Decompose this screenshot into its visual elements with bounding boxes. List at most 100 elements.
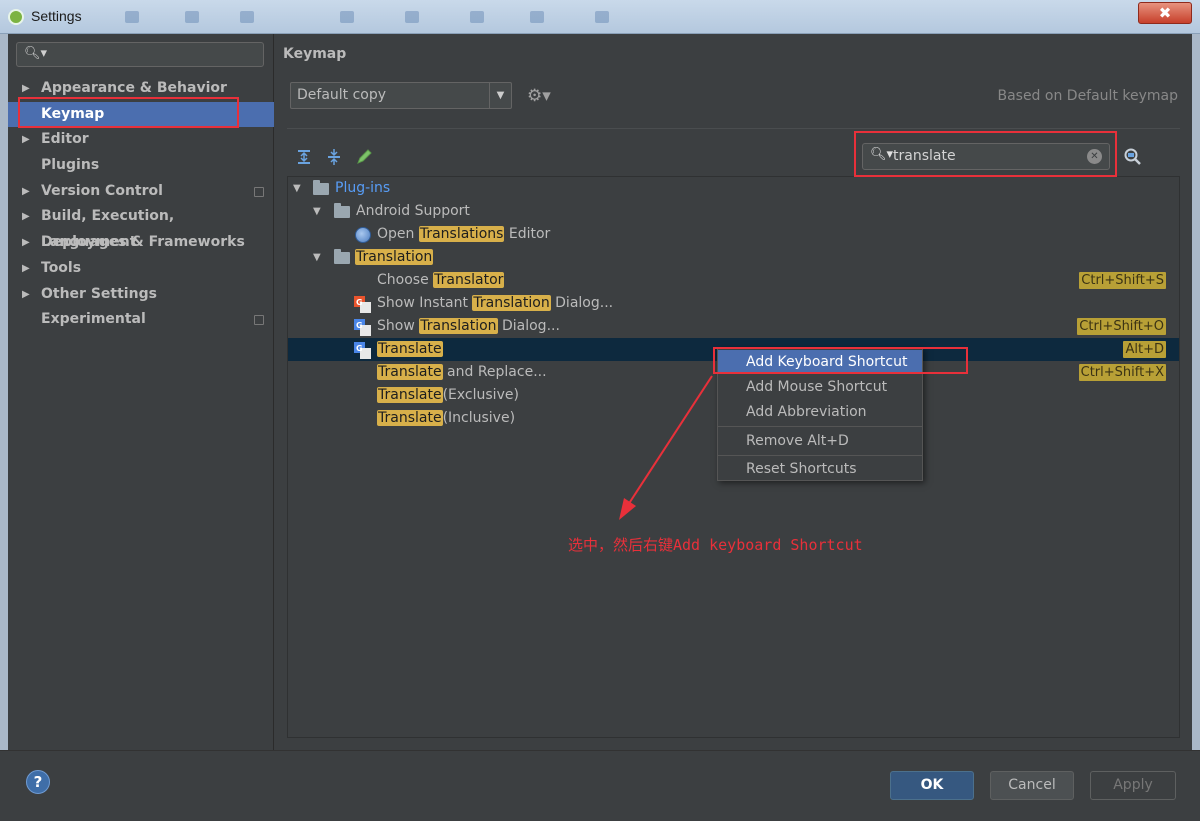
sidebar-item-label: Other Settings <box>41 285 157 302</box>
google-translate-icon: G <box>354 319 371 336</box>
menu-item-reset-shortcuts[interactable]: Reset Shortcuts <box>718 457 922 481</box>
annotation-text: 选中，然后右键Add keyboard Shortcut <box>568 536 863 554</box>
annotation-box-menu-item <box>713 347 968 374</box>
chevron-right-icon: ▶ <box>22 185 30 197</box>
sidebar-item-label: Tools <box>41 259 82 276</box>
search-highlight: Translator <box>433 272 505 288</box>
label-part: Choose <box>377 272 434 288</box>
sidebar-item-label: Editor <box>41 131 89 148</box>
chevron-right-icon: ▶ <box>22 237 30 249</box>
chevron-down-icon[interactable]: ▼ <box>313 200 321 223</box>
divider <box>287 128 1180 129</box>
toolbar-ghost-icon <box>530 11 544 23</box>
tree-label: Translate(Exclusive) <box>377 384 519 407</box>
label-part: and Replace... <box>442 364 547 380</box>
project-scope-icon <box>254 186 264 197</box>
window-border-right <box>1192 34 1200 821</box>
menu-divider <box>718 455 922 456</box>
chevron-right-icon: ▶ <box>22 288 30 300</box>
toolbar-ghost-icon <box>340 11 354 23</box>
sidebar-item-label: Languages & Frameworks <box>41 234 245 251</box>
label-part: Show Instant <box>377 295 473 311</box>
tree-row-android-support[interactable]: ▼ Android Support <box>288 200 1179 223</box>
chevron-down-icon[interactable]: ▼ <box>293 177 301 200</box>
tree-label: Translate <box>377 338 443 361</box>
globe-icon <box>355 227 371 243</box>
tree-label: Translation <box>355 246 434 269</box>
sidebar-item-build[interactable]: ▶ Build, Execution, Deployment <box>8 204 274 250</box>
menu-divider <box>718 426 922 427</box>
expand-all-icon[interactable] <box>295 148 313 166</box>
search-highlight: Translation <box>355 249 434 265</box>
tree-label: Translate and Replace... <box>377 361 547 384</box>
svg-text:G: G <box>356 321 363 330</box>
settings-search-input[interactable]: 🔍︎▾ <box>16 42 264 67</box>
svg-text:G: G <box>356 344 363 353</box>
folder-icon <box>334 249 350 264</box>
shortcut-badge: Ctrl+Shift+O <box>1077 318 1166 335</box>
tree-row-plugins[interactable]: ▼ Plug-ins <box>288 177 1179 200</box>
gear-icon[interactable]: ⚙▾ <box>527 86 551 106</box>
sidebar-item-tools[interactable]: ▶ Tools <box>8 256 274 282</box>
dialog-footer: ? OK Cancel Apply <box>0 750 1200 821</box>
search-highlight: Translate <box>377 364 443 380</box>
sidebar-item-plugins[interactable]: Plugins <box>8 153 274 179</box>
svg-text:G: G <box>356 298 363 307</box>
tree-label: Show Instant Translation Dialog... <box>377 292 613 315</box>
apply-button[interactable]: Apply <box>1090 771 1176 800</box>
label-part: Open <box>377 226 419 242</box>
tree-row-translation-folder[interactable]: ▼ Translation <box>288 246 1179 269</box>
toolbar-ghost-icon <box>240 11 254 23</box>
google-translate-icon: G <box>354 342 371 359</box>
annotation-box-keymap <box>18 97 239 128</box>
android-studio-icon <box>8 9 24 25</box>
settings-sidebar: 🔍︎▾ ▶ Appearance & Behavior Keymap ▶ Edi… <box>8 34 274 750</box>
tree-row-choose-translator[interactable]: Choose Translator Ctrl+Shift+S <box>288 269 1179 292</box>
window-border-left <box>0 34 8 821</box>
shortcut-badge: Ctrl+Shift+S <box>1079 272 1166 289</box>
chevron-right-icon: ▶ <box>22 262 30 274</box>
chevron-down-icon[interactable]: ▼ <box>489 83 511 108</box>
sidebar-item-editor[interactable]: ▶ Editor <box>8 127 274 153</box>
toolbar-ghost-icon <box>125 11 139 23</box>
menu-item-remove-shortcut[interactable]: Remove Alt+D <box>718 429 922 453</box>
keymap-select[interactable]: Default copy ▼ <box>290 82 512 109</box>
find-by-shortcut-icon[interactable] <box>1122 147 1142 167</box>
sidebar-item-experimental[interactable]: Experimental <box>8 307 274 333</box>
based-on-text: Based on Default keymap <box>997 88 1178 104</box>
menu-item-add-abbreviation[interactable]: Add Abbreviation <box>718 400 922 424</box>
tree-row-show-translation[interactable]: G Show Translation Dialog... Ctrl+Shift+… <box>288 315 1179 338</box>
label-part: Dialog... <box>497 318 560 334</box>
chevron-right-icon: ▶ <box>22 134 30 146</box>
toolbar-ghost-icon <box>595 11 609 23</box>
page-title: Keymap <box>283 46 347 62</box>
keymap-select-value: Default copy <box>297 87 387 103</box>
edit-pencil-icon[interactable] <box>355 148 373 166</box>
sidebar-item-label: Experimental <box>41 311 146 328</box>
help-icon[interactable]: ? <box>26 770 50 794</box>
sidebar-item-languages[interactable]: ▶ Languages & Frameworks <box>8 230 274 256</box>
search-highlight: Translate <box>377 387 443 403</box>
menu-item-add-mouse-shortcut[interactable]: Add Mouse Shortcut <box>718 375 922 399</box>
search-highlight: Translation <box>419 318 498 334</box>
tree-row-show-instant[interactable]: G Show Instant Translation Dialog... <box>288 292 1179 315</box>
label-part: Show <box>377 318 420 334</box>
search-highlight: Translate <box>377 341 443 357</box>
tree-row-open-translations[interactable]: Open Translations Editor <box>288 223 1179 246</box>
chevron-down-icon[interactable]: ▼ <box>313 246 321 269</box>
label-part: Dialog... <box>550 295 614 311</box>
tree-label: Show Translation Dialog... <box>377 315 560 338</box>
chevron-right-icon: ▶ <box>22 211 30 223</box>
sidebar-item-version-control[interactable]: ▶ Version Control <box>8 179 274 205</box>
sidebar-item-other-settings[interactable]: ▶ Other Settings <box>8 282 274 308</box>
shortcut-badge: Ctrl+Shift+X <box>1078 364 1166 381</box>
ok-button[interactable]: OK <box>890 771 974 800</box>
cancel-button[interactable]: Cancel <box>990 771 1074 800</box>
project-scope-icon <box>254 315 264 326</box>
tree-label: Android Support <box>356 203 470 219</box>
tree-label: Choose Translator <box>377 269 505 292</box>
google-translate-icon: G <box>354 296 371 313</box>
collapse-all-icon[interactable] <box>325 148 343 166</box>
window-close-button[interactable]: ✖ <box>1138 2 1192 24</box>
sidebar-item-label: Plugins <box>41 157 100 174</box>
